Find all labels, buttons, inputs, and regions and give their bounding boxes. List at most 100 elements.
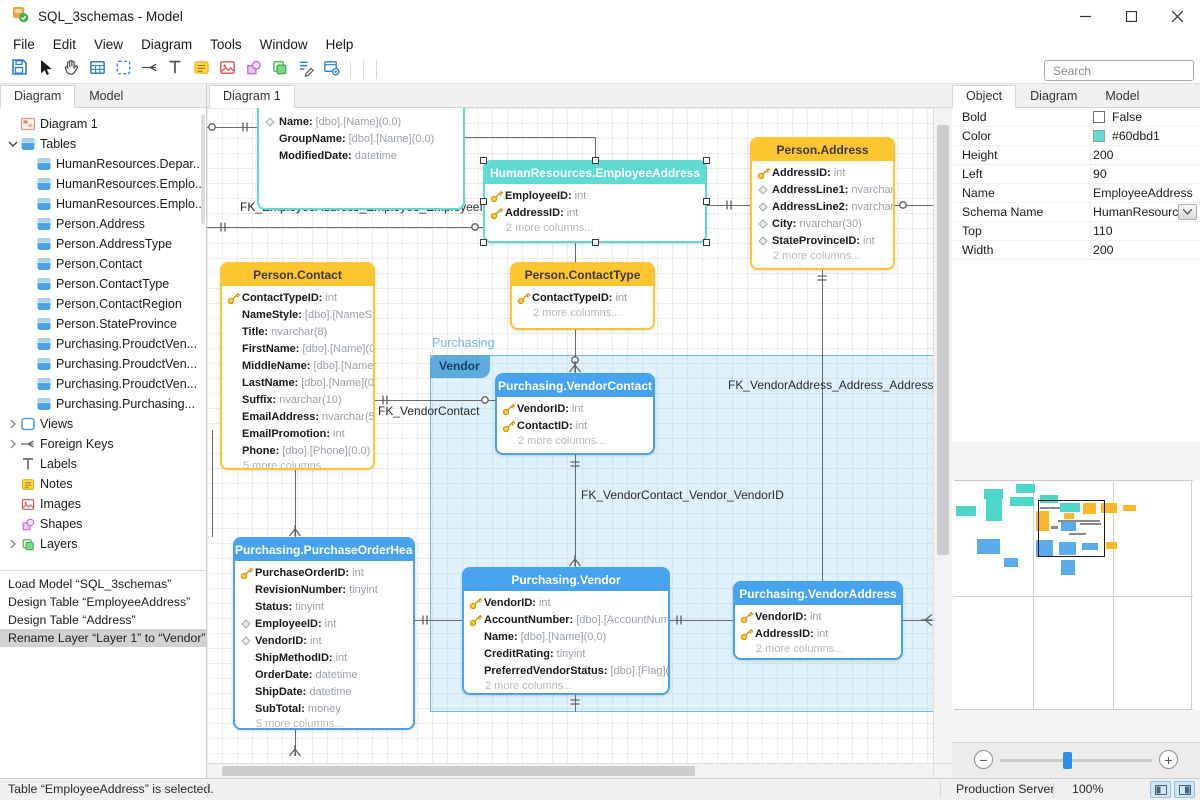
maximize-button[interactable] bbox=[1108, 0, 1154, 32]
tree-item-notes[interactable]: Notes bbox=[0, 474, 206, 494]
layer-tab-vendor[interactable]: Vendor bbox=[430, 355, 490, 378]
column-row[interactable]: AddressID: int bbox=[752, 164, 893, 181]
column-row[interactable]: AccountNumber:[dbo].[AccountNumber]... bbox=[464, 611, 668, 628]
close-button[interactable] bbox=[1154, 0, 1200, 32]
new-shape-tool-button[interactable] bbox=[240, 58, 266, 82]
table-purchasing-vendoraddress[interactable]: Purchasing.VendorAddress VendorID: int Addr… bbox=[733, 581, 903, 660]
bold-checkbox[interactable] bbox=[1093, 111, 1105, 123]
pointer-tool-button[interactable] bbox=[32, 58, 58, 82]
column-row[interactable]: CreditRating: tinyint bbox=[464, 645, 668, 662]
relationship-line[interactable] bbox=[575, 243, 576, 262]
sidebar-tab-diagram[interactable]: Diagram bbox=[0, 85, 76, 108]
selection-handle[interactable] bbox=[480, 157, 487, 164]
hand-tool-button[interactable] bbox=[58, 58, 84, 82]
more-columns[interactable]: 5 more columns... bbox=[235, 717, 413, 728]
tree-item-person-contacttype[interactable]: Person.ContactType bbox=[0, 274, 206, 294]
tree-item-purchasing-purchasing-[interactable]: Purchasing.Purchasing... bbox=[0, 394, 206, 414]
new-foreign-key-tool-button[interactable] bbox=[136, 58, 162, 82]
column-row[interactable]: FirstName:[dbo].[Name](0... bbox=[222, 340, 373, 357]
fk-label[interactable]: FK_VendorContact bbox=[378, 404, 479, 418]
export-sql-button[interactable] bbox=[318, 58, 344, 82]
column-row[interactable]: Status: tinyint bbox=[235, 598, 413, 615]
table-purchasing-purchaseorderheader[interactable]: Purchasing.PurchaseOrderHeader PurchaseOr… bbox=[233, 537, 415, 730]
column-row[interactable]: StateProvinceID: int bbox=[752, 232, 893, 249]
history-log-entry[interactable]: Design Table “EmployeeAddress” bbox=[0, 593, 206, 611]
property-value[interactable]: 200 bbox=[1090, 146, 1200, 164]
properties-tab-diagram[interactable]: Diagram bbox=[1016, 85, 1091, 108]
selection-handle[interactable] bbox=[703, 197, 710, 205]
tree-item-labels[interactable]: Labels bbox=[0, 454, 206, 474]
color-swatch[interactable] bbox=[1093, 130, 1105, 142]
expander-closed-icon[interactable] bbox=[6, 439, 20, 449]
zoom-slider-handle[interactable] bbox=[1063, 752, 1072, 769]
column-row[interactable]: VendorID: int bbox=[235, 632, 413, 649]
column-row[interactable]: ContactTypeID: int bbox=[512, 289, 653, 306]
server-type[interactable]: Production Server bbox=[956, 782, 1054, 796]
table-person-contacttype[interactable]: Person.ContactType ContactTypeID: int 2 mor… bbox=[510, 262, 655, 330]
history-log-entry[interactable]: Load Model “SQL_3schemas” bbox=[0, 575, 206, 593]
sidebar-tab-model[interactable]: Model bbox=[75, 85, 137, 108]
column-row[interactable]: ModifiedDate: datetime bbox=[259, 147, 463, 164]
tree-item-person-addresstype[interactable]: Person.AddressType bbox=[0, 234, 206, 254]
column-row[interactable]: NameStyle:[dbo].[NameSt... bbox=[222, 306, 373, 323]
column-row[interactable]: MiddleName:[dbo].[Name]... bbox=[222, 357, 373, 374]
more-columns[interactable]: 2 more columns... bbox=[497, 434, 653, 451]
column-row[interactable]: OrderDate: datetime bbox=[235, 666, 413, 683]
column-row[interactable]: EmailAddress:nvarchar(50) bbox=[222, 408, 373, 425]
column-row[interactable]: AddressID: int bbox=[485, 204, 705, 221]
table-purchasing-vendorcontact[interactable]: Purchasing.VendorContact VendorID: int Cont… bbox=[495, 373, 655, 455]
history-log-entry[interactable]: Rename Layer “Layer 1” to “Vendor” bbox=[0, 629, 206, 647]
tree-item-person-contact[interactable]: Person.Contact bbox=[0, 254, 206, 274]
horizontal-scrollbar[interactable] bbox=[207, 763, 933, 778]
tree-item-layers[interactable]: Layers bbox=[0, 534, 206, 554]
tree-item-tables[interactable]: Tables bbox=[0, 134, 206, 154]
column-row[interactable]: Phone: [dbo].[Phone](0,0) bbox=[222, 442, 373, 459]
table-header[interactable]: Person.ContactType bbox=[512, 264, 653, 286]
table-person-address[interactable]: Person.Address AddressID: int AddressLine1:… bbox=[750, 137, 895, 270]
new-table-tool-button[interactable] bbox=[84, 58, 110, 82]
table-purchasing-vendor[interactable]: Purchasing.Vendor VendorID: int AccountNumb… bbox=[462, 567, 670, 695]
selection-handle[interactable] bbox=[592, 157, 599, 164]
tree-item-shapes[interactable]: Shapes bbox=[0, 514, 206, 534]
tree-item-person-stateprovince[interactable]: Person.StateProvince bbox=[0, 314, 206, 334]
column-row[interactable]: Suffix: nvarchar(10) bbox=[222, 391, 373, 408]
tree-item-purchasing-proudctven-[interactable]: Purchasing.ProudctVen... bbox=[0, 354, 206, 374]
expander-closed-icon[interactable] bbox=[6, 539, 20, 549]
column-row[interactable]: VendorID: int bbox=[464, 594, 668, 611]
fk-label[interactable]: FK_VendorContact_Vendor_VendorID bbox=[581, 488, 784, 502]
menu-diagram[interactable]: Diagram bbox=[132, 34, 201, 55]
property-value[interactable]: 200 bbox=[1090, 241, 1200, 259]
search-input[interactable] bbox=[1045, 63, 1200, 78]
tree-item-person-contactregion[interactable]: Person.ContactRegion bbox=[0, 294, 206, 314]
column-row[interactable]: EmailPromotion: int bbox=[222, 425, 373, 442]
expander-closed-icon[interactable] bbox=[6, 419, 20, 429]
table-header[interactable]: Purchasing.VendorContact bbox=[497, 375, 653, 397]
column-row[interactable]: Title: nvarchar(8) bbox=[222, 323, 373, 340]
column-row[interactable]: EmployeeID: int bbox=[485, 187, 705, 204]
column-row[interactable]: SubTotal: money bbox=[235, 700, 413, 717]
menu-view[interactable]: View bbox=[85, 34, 132, 55]
column-row[interactable]: GroupName: [dbo].[Name](0,0) bbox=[259, 130, 463, 147]
new-note-tool-button[interactable] bbox=[188, 58, 214, 82]
toggle-right-panel-button[interactable] bbox=[1174, 781, 1195, 798]
tree-scrollbar[interactable] bbox=[201, 114, 205, 224]
column-row[interactable]: AddressID: int bbox=[735, 625, 901, 642]
relationship-line[interactable] bbox=[822, 270, 823, 581]
vertical-scrollbar[interactable] bbox=[933, 108, 952, 763]
zoom-in-button[interactable]: + bbox=[1159, 750, 1178, 769]
tree-item-diagram-1[interactable]: Diagram 1 bbox=[0, 114, 206, 134]
zoom-level[interactable]: 100% bbox=[1072, 782, 1103, 796]
selection-handle[interactable] bbox=[703, 239, 710, 246]
column-row[interactable]: Name: [dbo].[Name](0,0) bbox=[259, 113, 463, 130]
property-value[interactable]: 110 bbox=[1090, 222, 1200, 240]
column-row[interactable]: VendorID: int bbox=[497, 400, 653, 417]
relationship-line[interactable] bbox=[465, 137, 595, 138]
more-columns[interactable]: 2 more columns... bbox=[735, 642, 901, 658]
column-row[interactable]: PurchaseOrderID: int bbox=[235, 564, 413, 581]
column-row[interactable]: City: nvarchar(30) bbox=[752, 215, 893, 232]
property-value[interactable]: HumanResources bbox=[1090, 203, 1200, 221]
relationship-line[interactable] bbox=[207, 227, 483, 228]
menu-edit[interactable]: Edit bbox=[44, 34, 85, 55]
minimap[interactable] bbox=[954, 480, 1193, 710]
search-box[interactable] bbox=[1044, 60, 1200, 81]
